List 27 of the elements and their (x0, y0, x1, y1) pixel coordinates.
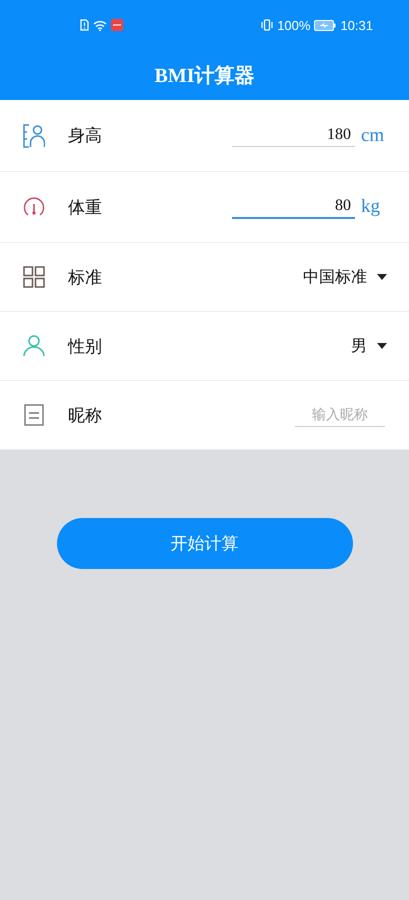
user-icon (23, 335, 45, 357)
app-notification-icon (111, 19, 123, 31)
battery-percentage: 100% (277, 18, 310, 32)
unit-label: cm (361, 124, 386, 146)
field-label: 身高 (68, 125, 103, 147)
field-label: 体重 (68, 196, 103, 218)
weight-input[interactable]: 80 (232, 195, 355, 219)
grid-icon (23, 266, 45, 288)
gauge-icon (23, 196, 45, 218)
person-ruler-icon (23, 124, 45, 148)
field-label: 性别 (68, 336, 103, 358)
height-input[interactable]: 180 (232, 124, 355, 147)
dropdown[interactable]: 男 (351, 336, 387, 356)
caret-icon (377, 274, 387, 280)
vibrate-icon (261, 19, 274, 31)
battery-icon (314, 20, 336, 30)
field-label: 昵称 (68, 404, 103, 426)
caret-icon (377, 343, 387, 349)
field-label: 标准 (68, 266, 103, 288)
app-title: BMI计算器 (154, 64, 254, 88)
dropdown[interactable]: 中国标准 (303, 266, 387, 288)
wifi-icon (93, 20, 107, 30)
clock-time: 10:31 (340, 18, 373, 32)
note-icon (24, 404, 44, 426)
sim-card-icon (80, 19, 89, 31)
nickname-input[interactable]: 输入昵称 (295, 404, 385, 426)
unit-label: kg (361, 196, 381, 218)
